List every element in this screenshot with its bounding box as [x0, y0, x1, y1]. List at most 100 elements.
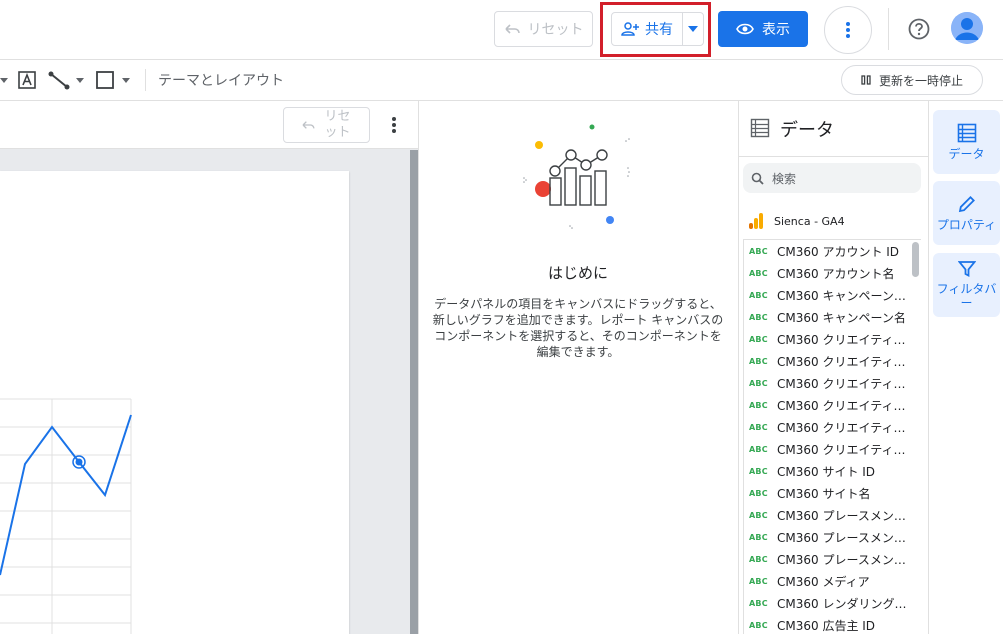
undo-icon	[302, 121, 314, 129]
field-name: CM360 サイト名	[777, 486, 871, 501]
field-item[interactable]: ABC CM360 アカウント ID	[743, 240, 909, 262]
field-name: CM360 クリエイティブ ...	[777, 420, 909, 435]
data-source-item[interactable]: Sienca - GA4	[748, 210, 845, 232]
text-box-tool[interactable]	[17, 70, 37, 90]
text-type-icon: ABC	[749, 312, 768, 322]
field-item[interactable]: ABC CM360 メディア	[743, 570, 909, 592]
reset-button[interactable]: リセット	[494, 11, 593, 47]
text-type-icon: ABC	[749, 510, 768, 520]
field-name: CM360 クリエイティブ ...	[777, 376, 909, 391]
toolbar-caret-0[interactable]	[0, 70, 8, 90]
field-item[interactable]: ABC CM360 クリエイティブ ...	[743, 350, 909, 372]
field-item[interactable]: ABC CM360 プレースメント名	[743, 548, 909, 570]
field-item[interactable]: ABC CM360 クリエイティブ ID	[743, 328, 909, 350]
text-box-icon	[18, 71, 36, 89]
canvas-reset-label-line2: ット	[324, 125, 351, 140]
text-type-icon: ABC	[749, 356, 768, 366]
intro-description: データパネルの項目をキャンバスにドラッグすると、新しいグラフを追加できます。レポ…	[432, 297, 724, 359]
eye-icon	[736, 23, 754, 35]
text-type-icon: ABC	[749, 378, 768, 388]
field-name: CM360 メディア	[777, 574, 870, 589]
field-item[interactable]: ABC CM360 クリエイティブ ...	[743, 394, 909, 416]
rail-properties-button[interactable]: プロパティ	[933, 181, 1000, 245]
field-name: CM360 広告主 ID	[777, 618, 876, 633]
field-name: CM360 クリエイティブ ID	[777, 332, 909, 347]
help-button[interactable]	[906, 16, 932, 42]
field-list-scrollbar[interactable]	[912, 242, 919, 277]
field-item[interactable]: ABC CM360 アカウント名	[743, 262, 909, 284]
share-dropdown-button[interactable]	[683, 13, 703, 45]
canvas-reset-button[interactable]: リセ ット	[283, 107, 370, 143]
canvas-vertical-scrollbar[interactable]	[410, 150, 418, 634]
person-icon	[951, 12, 983, 44]
shape-tool[interactable]	[95, 70, 115, 90]
text-type-icon: ABC	[749, 576, 768, 586]
rail-filter-bar-label: フィルタバー	[936, 282, 997, 310]
canvas-reset-label-line1: リセ	[324, 109, 351, 125]
field-name: CM360 レンダリング ID	[777, 596, 909, 611]
chart-series-line	[0, 414, 132, 576]
chart-gridlines	[0, 398, 132, 634]
field-item[interactable]: ABC CM360 レンダリング ID	[743, 592, 909, 614]
toolbar-divider	[145, 69, 146, 91]
canvas-more-button[interactable]	[384, 114, 404, 136]
undo-icon	[504, 24, 520, 34]
field-list: ABC CM360 アカウント ID ABC CM360 アカウント名 ABC CM3…	[743, 240, 909, 634]
line-tool-caret[interactable]	[76, 70, 84, 90]
view-button[interactable]: 表示	[718, 11, 808, 47]
field-name: CM360 クリエイティブ ...	[777, 398, 909, 413]
field-item[interactable]: ABC CM360 クリエイティブ ...	[743, 416, 909, 438]
text-type-icon: ABC	[749, 488, 768, 498]
field-item[interactable]: ABC CM360 キャンペーン名	[743, 306, 909, 328]
view-label: 表示	[762, 22, 790, 38]
pause-icon	[861, 75, 871, 85]
field-name: CM360 プレースメント ID	[777, 508, 909, 523]
text-type-icon: ABC	[749, 334, 768, 344]
line-chart[interactable]	[0, 395, 135, 634]
field-item[interactable]: ABC CM360 サイト名	[743, 482, 909, 504]
field-search-input[interactable]: 検索	[743, 163, 921, 193]
share-button-group[interactable]: 共有	[611, 12, 704, 46]
chart-illustration	[523, 124, 630, 229]
field-name: CM360 プレースメントの...	[777, 530, 909, 545]
rail-data-button[interactable]: データ	[933, 110, 1000, 174]
text-type-icon: ABC	[749, 620, 768, 630]
rail-properties-label: プロパティ	[936, 218, 997, 232]
rectangle-icon	[96, 71, 114, 89]
field-item[interactable]: ABC CM360 キャンペーン ID	[743, 284, 909, 306]
search-placeholder: 検索	[772, 171, 797, 186]
data-panel-title: データ	[780, 120, 834, 141]
field-item[interactable]: ABC CM360 クリエイティブ ...	[743, 372, 909, 394]
data-table-icon	[957, 123, 976, 143]
field-name: CM360 キャンペーン名	[777, 310, 906, 325]
field-item[interactable]: ABC CM360 サイト ID	[743, 460, 909, 482]
share-button[interactable]: 共有	[612, 13, 683, 45]
user-avatar[interactable]	[951, 12, 983, 44]
field-item[interactable]: ABC CM360 クリエイティブ名	[743, 438, 909, 460]
share-label: 共有	[645, 22, 673, 38]
line-tool[interactable]	[48, 70, 70, 90]
caret-down-icon	[76, 77, 84, 83]
theme-layout-button[interactable]: テーマとレイアウト	[158, 70, 284, 90]
text-type-icon: ABC	[749, 422, 768, 432]
add-person-icon	[621, 22, 639, 36]
text-type-icon: ABC	[749, 598, 768, 608]
data-table-icon	[750, 118, 770, 138]
shape-tool-caret[interactable]	[122, 70, 130, 90]
field-name: CM360 アカウント名	[777, 266, 895, 281]
field-item[interactable]: ABC CM360 プレースメント ID	[743, 504, 909, 526]
more-options-button[interactable]	[824, 6, 872, 54]
field-name: CM360 プレースメント名	[777, 552, 909, 567]
header-divider	[888, 8, 889, 50]
field-item[interactable]: ABC CM360 広告主 ID	[743, 614, 909, 634]
rail-filter-bar-button[interactable]: フィルタバー	[933, 253, 1000, 317]
field-name: CM360 アカウント ID	[777, 244, 900, 259]
pause-updates-button[interactable]: 更新を一時停止	[841, 65, 983, 95]
rail-data-label: データ	[948, 147, 985, 161]
analytics-icon	[749, 213, 763, 229]
pencil-icon	[958, 196, 975, 213]
text-type-icon: ABC	[749, 532, 768, 542]
pause-label: 更新を一時停止	[878, 73, 963, 88]
field-item[interactable]: ABC CM360 プレースメントの...	[743, 526, 909, 548]
vertical-dots-icon	[392, 117, 396, 133]
